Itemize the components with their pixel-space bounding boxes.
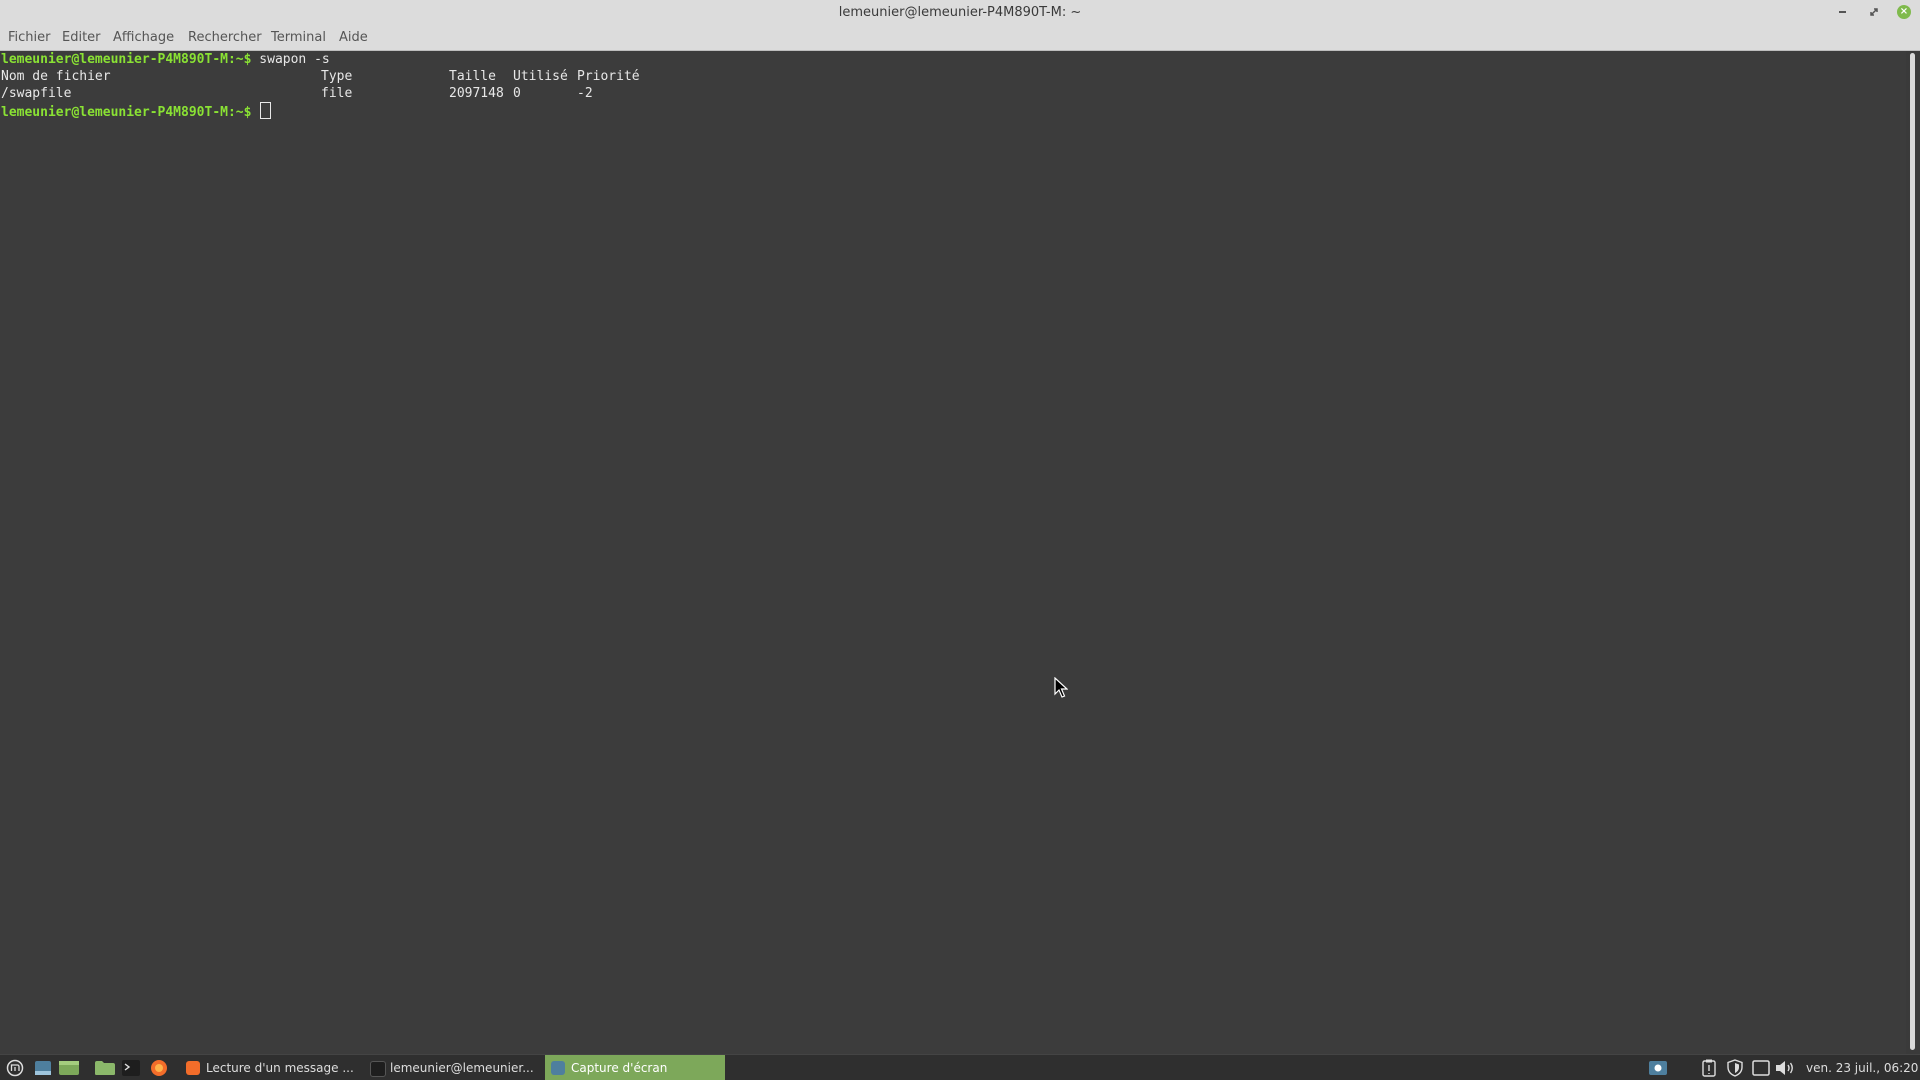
prompt-user-host: lemeunier@lemeunier-P4M890T-M xyxy=(1,105,228,120)
minimize-button[interactable] xyxy=(1832,2,1852,22)
show-desktop-button[interactable] xyxy=(33,1059,53,1077)
header-filename: Nom de fichier xyxy=(1,69,111,84)
row-priority: -2 xyxy=(577,86,593,101)
window-list-button[interactable] xyxy=(1751,1059,1771,1077)
header-size: Taille xyxy=(449,69,496,84)
firefox-icon xyxy=(151,1060,167,1076)
screenshot-tray-icon xyxy=(1649,1061,1667,1075)
shield-icon xyxy=(1727,1059,1743,1077)
menu-editer[interactable]: Editer xyxy=(62,26,101,50)
menu-icon xyxy=(6,1059,24,1077)
maximize-icon xyxy=(1870,8,1878,16)
terminal-icon xyxy=(370,1061,386,1077)
volume-icon xyxy=(1776,1061,1793,1075)
task-label: Lecture d'un message ... xyxy=(206,1061,354,1075)
screenshot-icon xyxy=(551,1061,565,1075)
clipboard-button[interactable] xyxy=(1699,1059,1719,1077)
prompt-user-host: lemeunier@lemeunier-P4M890T-M xyxy=(1,52,228,67)
taskbar: Lecture d'un message ... lemeunier@lemeu… xyxy=(0,1054,1920,1080)
terminal-output[interactable]: lemeunier@lemeunier-P4M890T-M:~$ swapon … xyxy=(0,51,1906,1054)
volume-button[interactable] xyxy=(1775,1059,1795,1077)
output-row: /swapfile file 2097148 0 -2 xyxy=(1,85,701,102)
menu-fichier[interactable]: Fichier xyxy=(8,26,51,50)
header-used: Utilisé xyxy=(513,69,568,84)
clock[interactable]: ven. 23 juil., 06:20 xyxy=(1806,1055,1918,1080)
show-desktop-icon xyxy=(35,1061,51,1075)
row-type: file xyxy=(321,86,353,101)
menu-aide[interactable]: Aide xyxy=(339,26,368,50)
terminal-icon xyxy=(122,1060,140,1076)
task-screenshot[interactable]: Capture d'écran xyxy=(545,1055,725,1080)
maximize-button[interactable] xyxy=(1864,2,1884,22)
terminal-launcher[interactable] xyxy=(121,1059,141,1077)
text-cursor xyxy=(260,102,272,119)
menu-button[interactable] xyxy=(5,1059,25,1077)
workspace-button[interactable] xyxy=(59,1059,79,1077)
current-prompt-line: lemeunier@lemeunier-P4M890T-M:~$ xyxy=(1,102,272,120)
menu-affichage[interactable]: Affichage xyxy=(113,26,174,50)
command-line: lemeunier@lemeunier-P4M890T-M:~$ swapon … xyxy=(1,51,330,68)
browser-icon xyxy=(186,1061,200,1075)
menu-rechercher[interactable]: Rechercher xyxy=(188,26,262,50)
close-icon: × xyxy=(1897,5,1911,19)
task-label: Capture d'écran xyxy=(571,1061,668,1075)
header-priority: Priorité xyxy=(577,69,640,84)
files-icon xyxy=(95,1061,115,1075)
scrollbar-thumb[interactable] xyxy=(1910,53,1915,1050)
files-button[interactable] xyxy=(95,1059,115,1077)
close-button[interactable]: × xyxy=(1894,2,1914,22)
row-filename: /swapfile xyxy=(1,86,72,101)
row-used: 0 xyxy=(513,86,521,101)
clipboard-icon xyxy=(1702,1059,1716,1077)
window-title: lemeunier@lemeunier-P4M890T-M: ~ xyxy=(838,5,1082,20)
task-message[interactable]: Lecture d'un message ... xyxy=(180,1055,360,1080)
window-icon xyxy=(1752,1060,1770,1076)
output-header-row: Nom de fichier Type Taille Utilisé Prior… xyxy=(1,68,701,85)
task-terminal[interactable]: lemeunier@lemeunier... xyxy=(364,1055,544,1080)
minimize-icon xyxy=(1838,11,1846,13)
update-manager-button[interactable] xyxy=(1725,1059,1745,1077)
screenshot-tray-button[interactable] xyxy=(1648,1059,1668,1077)
task-label: lemeunier@lemeunier... xyxy=(390,1061,534,1075)
menu-terminal[interactable]: Terminal xyxy=(271,26,326,50)
row-size: 2097148 xyxy=(449,86,504,101)
prompt-path: :~$ xyxy=(227,105,252,120)
terminal-scrollbar[interactable] xyxy=(1906,51,1920,1054)
prompt-path: :~$ xyxy=(227,52,252,67)
title-bar: lemeunier@lemeunier-P4M890T-M: ~ × xyxy=(0,0,1920,26)
header-type: Type xyxy=(321,69,353,84)
workspace-icon xyxy=(59,1061,79,1075)
menu-bar: Fichier Editer Affichage Rechercher Term… xyxy=(0,26,1920,51)
mouse-pointer-icon xyxy=(1054,677,1068,698)
command-text: swapon -s xyxy=(251,52,330,67)
firefox-launcher[interactable] xyxy=(149,1059,169,1077)
